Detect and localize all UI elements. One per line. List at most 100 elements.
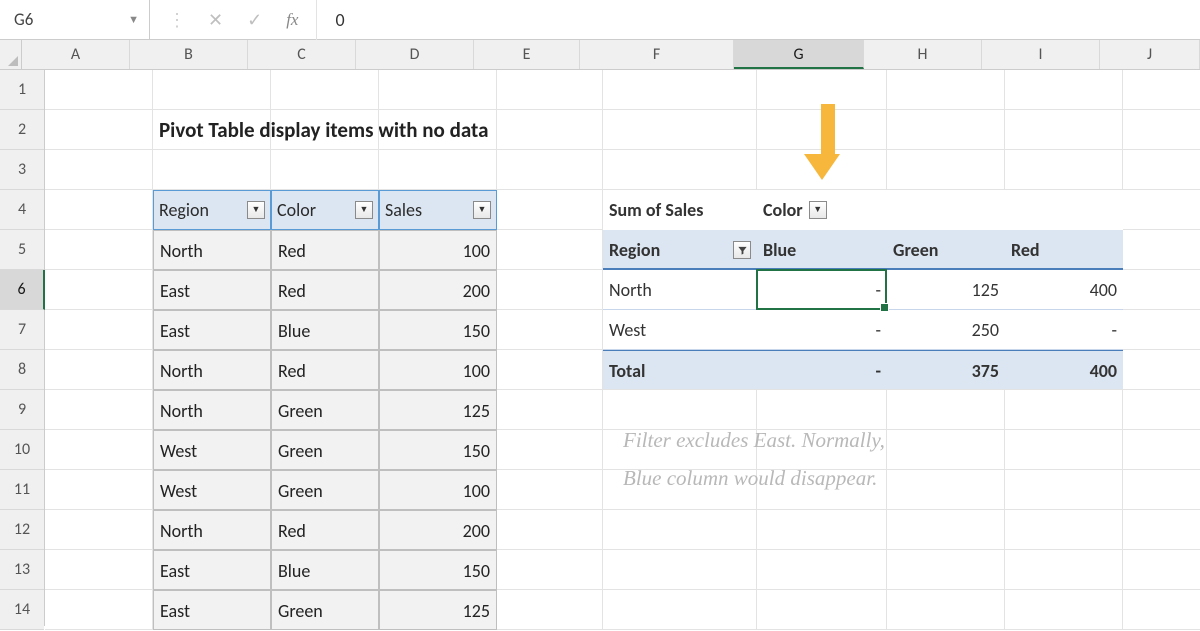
row-header-7[interactable]: 7 <box>0 310 44 350</box>
cell-H4[interactable] <box>887 190 1005 230</box>
col-header-H[interactable]: H <box>864 40 982 69</box>
src-color[interactable]: Red <box>271 350 379 390</box>
cell-J4[interactable] <box>1123 190 1200 230</box>
spreadsheet-grid[interactable]: 1234567891011121314 Filter excludes East… <box>0 70 1200 626</box>
cell-F13[interactable] <box>603 550 757 590</box>
row-header-12[interactable]: 12 <box>0 510 44 550</box>
cell-J8[interactable] <box>1123 350 1200 390</box>
pivot-row-west[interactable]: West <box>603 310 757 350</box>
pivot-row-north[interactable]: North <box>603 270 757 310</box>
pivot-val[interactable]: - <box>1005 310 1123 350</box>
src-region[interactable]: North <box>153 350 271 390</box>
src-color[interactable]: Green <box>271 590 379 630</box>
src-region[interactable]: West <box>153 470 271 510</box>
cell-I9[interactable] <box>1005 390 1123 430</box>
cell-F14[interactable] <box>603 590 757 630</box>
pivot-val[interactable]: 250 <box>887 310 1005 350</box>
cell-J12[interactable] <box>1123 510 1200 550</box>
filter-dropdown-icon[interactable]: ▼ <box>473 201 491 219</box>
src-color[interactable]: Red <box>271 270 379 310</box>
pivot-total-val[interactable]: 400 <box>1005 350 1123 390</box>
cell-B2[interactable]: Pivot Table display items with no data <box>153 110 271 150</box>
src-region[interactable]: East <box>153 270 271 310</box>
src-sales[interactable]: 200 <box>379 510 497 550</box>
cell-E10[interactable] <box>497 430 603 470</box>
src-region[interactable]: North <box>153 510 271 550</box>
fx-icon[interactable]: fx <box>286 10 298 30</box>
cell-E8[interactable] <box>497 350 603 390</box>
cell-A1[interactable] <box>45 70 153 110</box>
src-color[interactable]: Green <box>271 470 379 510</box>
cell-F12[interactable] <box>603 510 757 550</box>
cell-A14[interactable] <box>45 590 153 630</box>
row-header-9[interactable]: 9 <box>0 390 44 430</box>
cell-J2[interactable] <box>1123 110 1200 150</box>
cell-H2[interactable] <box>887 110 1005 150</box>
cell-E4[interactable] <box>497 190 603 230</box>
src-sales[interactable]: 100 <box>379 230 497 270</box>
cell-I1[interactable] <box>1005 70 1123 110</box>
cell-E12[interactable] <box>497 510 603 550</box>
cell-H3[interactable] <box>887 150 1005 190</box>
src-header-region[interactable]: Region▼ <box>153 190 271 230</box>
src-region[interactable]: East <box>153 310 271 350</box>
cell-J6[interactable] <box>1123 270 1200 310</box>
col-header-C[interactable]: C <box>248 40 356 69</box>
cell-E7[interactable] <box>497 310 603 350</box>
cell-I13[interactable] <box>1005 550 1123 590</box>
cell-J1[interactable] <box>1123 70 1200 110</box>
cell-A8[interactable] <box>45 350 153 390</box>
cell-F3[interactable] <box>603 150 757 190</box>
cell-J10[interactable] <box>1123 430 1200 470</box>
col-header-A[interactable]: A <box>22 40 130 69</box>
cell-B3[interactable] <box>153 150 271 190</box>
cell-G12[interactable] <box>757 510 887 550</box>
cell-I3[interactable] <box>1005 150 1123 190</box>
cell-A5[interactable] <box>45 230 153 270</box>
src-sales[interactable]: 125 <box>379 390 497 430</box>
cell-A10[interactable] <box>45 430 153 470</box>
filter-dropdown-icon[interactable]: ▼ <box>355 201 373 219</box>
pivot-col-green[interactable]: Green <box>887 230 1005 270</box>
cell-I11[interactable] <box>1005 470 1123 510</box>
cell-J3[interactable] <box>1123 150 1200 190</box>
cell-F5[interactable]: Region <box>603 230 757 270</box>
cell-A7[interactable] <box>45 310 153 350</box>
row-header-8[interactable]: 8 <box>0 350 44 390</box>
pivot-val[interactable]: - <box>757 270 887 310</box>
src-header-color[interactable]: Color▼ <box>271 190 379 230</box>
cell-F2[interactable] <box>603 110 757 150</box>
col-header-J[interactable]: J <box>1100 40 1200 69</box>
filter-applied-icon[interactable] <box>733 241 751 259</box>
src-sales[interactable]: 100 <box>379 350 497 390</box>
cell-H1[interactable] <box>887 70 1005 110</box>
cell-H12[interactable] <box>887 510 1005 550</box>
cell-A9[interactable] <box>45 390 153 430</box>
col-header-D[interactable]: D <box>356 40 474 69</box>
cell-A3[interactable] <box>45 150 153 190</box>
src-sales[interactable]: 125 <box>379 590 497 630</box>
pivot-val[interactable]: - <box>757 310 887 350</box>
src-color[interactable]: Blue <box>271 550 379 590</box>
src-color[interactable]: Red <box>271 230 379 270</box>
row-header-13[interactable]: 13 <box>0 550 44 590</box>
name-box[interactable]: G6 ▼ <box>0 0 150 40</box>
pivot-total-label[interactable]: Total <box>603 350 757 390</box>
cell-F4[interactable]: Sum of Sales <box>603 190 757 230</box>
pivot-val[interactable]: 400 <box>1005 270 1123 310</box>
cell-G13[interactable] <box>757 550 887 590</box>
cell-E6[interactable] <box>497 270 603 310</box>
cell-A2[interactable] <box>45 110 153 150</box>
cell-I14[interactable] <box>1005 590 1123 630</box>
col-header-E[interactable]: E <box>474 40 580 69</box>
cell-J7[interactable] <box>1123 310 1200 350</box>
src-header-sales[interactable]: Sales▼ <box>379 190 497 230</box>
cancel-icon[interactable]: ✕ <box>208 9 223 31</box>
cell-I10[interactable] <box>1005 430 1123 470</box>
cell-C2[interactable] <box>271 110 379 150</box>
cell-G4[interactable]: Color▼ <box>757 190 887 230</box>
filter-dropdown-icon[interactable]: ▼ <box>247 201 265 219</box>
cell-J11[interactable] <box>1123 470 1200 510</box>
cell-H14[interactable] <box>887 590 1005 630</box>
row-header-1[interactable]: 1 <box>0 70 44 110</box>
